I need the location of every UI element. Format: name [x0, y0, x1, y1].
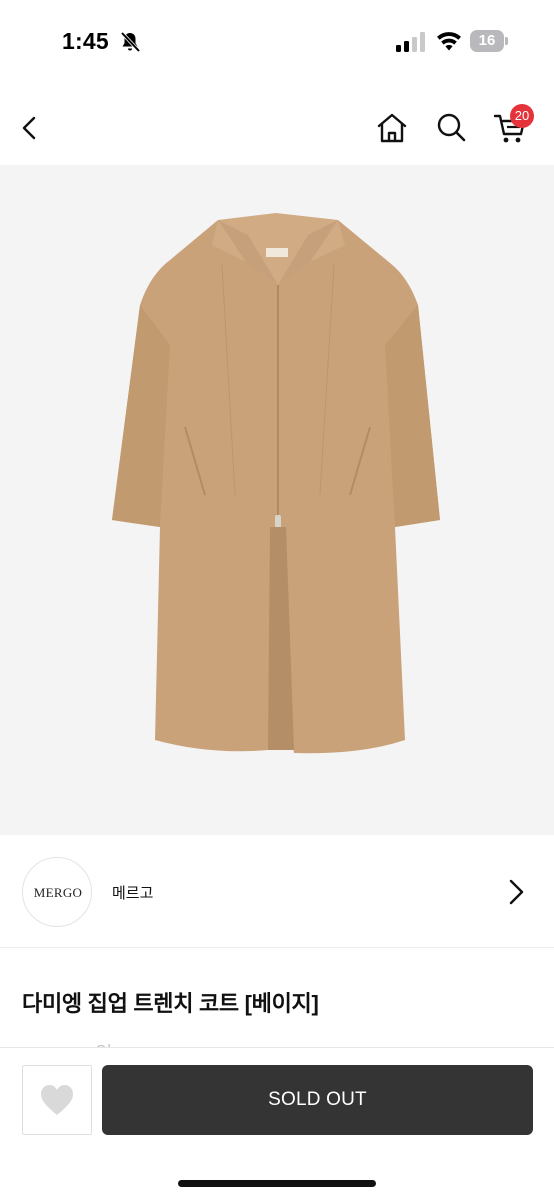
wifi-icon: [437, 32, 461, 51]
heart-icon: [41, 1085, 73, 1115]
battery-level: 16: [478, 32, 496, 49]
search-icon[interactable]: [434, 110, 468, 144]
bell-off-icon: [120, 31, 141, 53]
coat-label: [266, 248, 288, 257]
bottom-action-bar: SOLD OUT: [0, 1047, 554, 1200]
home-indicator[interactable]: [178, 1180, 376, 1187]
product-image[interactable]: [0, 165, 554, 835]
status-bar: 1:45 16: [0, 0, 554, 84]
brand-logo-text: MERGO: [33, 885, 83, 900]
brand-logo[interactable]: MERGO: [22, 857, 92, 927]
home-icon[interactable]: [374, 110, 410, 146]
brand-row[interactable]: MERGO 메르고: [0, 836, 554, 948]
chevron-right-icon[interactable]: [500, 876, 532, 908]
back-icon[interactable]: [14, 112, 46, 144]
brand-name[interactable]: 메르고: [112, 882, 153, 903]
battery-icon: 16: [470, 30, 510, 52]
signal-icon: [396, 32, 425, 52]
coat-illustration: [112, 213, 440, 754]
top-nav: [0, 90, 554, 164]
product-title: 다미엥 집업 트렌치 코트 [베이지]: [22, 991, 319, 1016]
sold-out-button[interactable]: SOLD OUT: [102, 1065, 533, 1135]
wishlist-button[interactable]: [22, 1065, 92, 1135]
cart-count-badge: 20: [510, 104, 534, 128]
status-time: 1:45: [62, 28, 109, 54]
